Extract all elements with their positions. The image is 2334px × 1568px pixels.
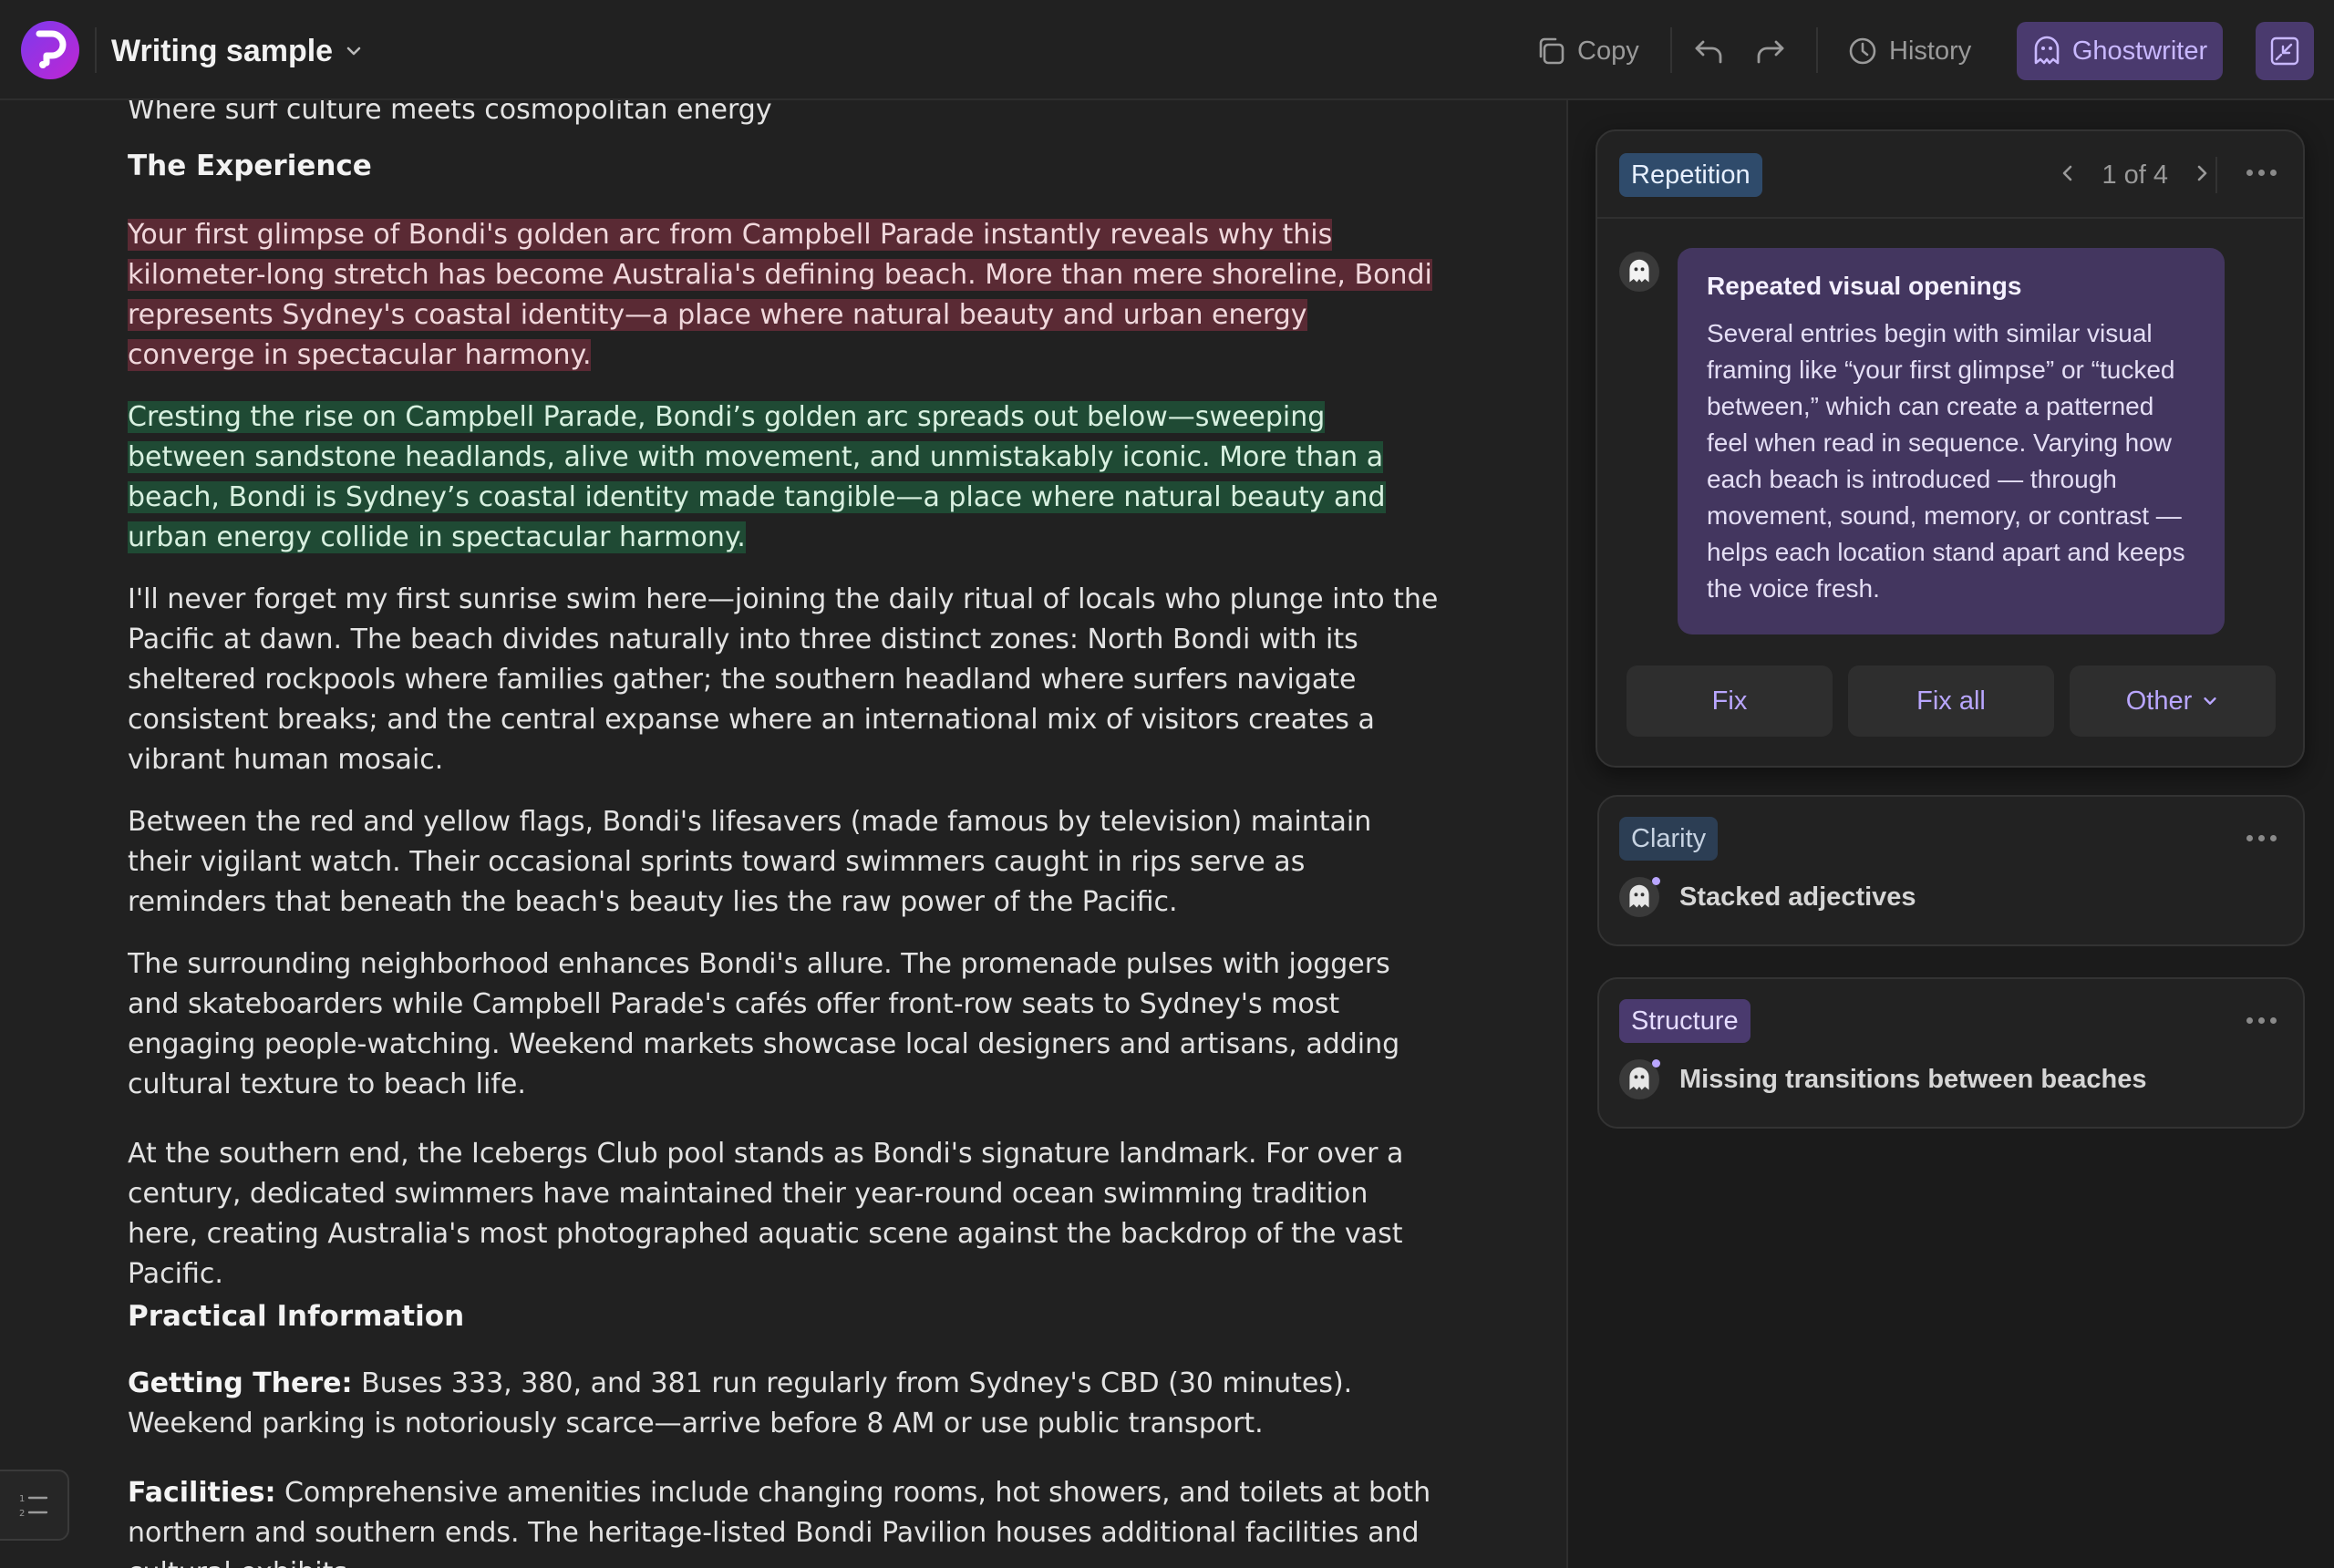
suggestion-card-repetition[interactable]: Repetition 1 of 4 Repeated visual openin…: [1596, 129, 2305, 768]
document-title: Writing sample: [111, 33, 334, 68]
more-options-button[interactable]: [2246, 170, 2277, 176]
paragraph-suggested-highlighted[interactable]: Cresting the rise on Campbell Parade, Bo…: [128, 397, 1441, 558]
collapse-panel-button[interactable]: [2256, 22, 2314, 80]
copy-button[interactable]: Copy: [1535, 26, 1639, 77]
chevron-right-icon: [2197, 165, 2207, 181]
paragraph-getting-there: Getting There: Buses 333, 380, and 381 r…: [128, 1364, 1441, 1444]
ghostwriter-avatar: [1619, 252, 1659, 292]
fix-button[interactable]: Fix: [1627, 665, 1833, 737]
prev-suggestion-button[interactable]: [2058, 160, 2078, 191]
fix-all-button[interactable]: Fix all: [1848, 665, 2054, 737]
ghost-icon: [2032, 36, 2061, 67]
chevron-down-icon: [2204, 697, 2216, 705]
collapse-icon: [2270, 36, 2299, 66]
unread-dot: [1652, 1059, 1660, 1068]
undo-icon: [1692, 35, 1725, 67]
paragraph-icebergs: At the southern end, the Icebergs Club p…: [128, 1138, 1404, 1290]
fix-all-label: Fix all: [1916, 686, 1986, 716]
category-tag-repetition: Repetition: [1619, 153, 1762, 197]
ghost-icon: [1629, 259, 1649, 283]
issue-title: Stacked adjectives: [1679, 882, 1916, 912]
more-options-button[interactable]: [2246, 835, 2277, 841]
ghost-icon: [1629, 884, 1649, 908]
suggestion-card-clarity[interactable]: Clarity Stacked adjectives: [1597, 795, 2305, 946]
heading-practical: Practical Information: [128, 1300, 465, 1333]
removed-text-highlight[interactable]: Your first glimpse of Bondi's golden arc…: [128, 219, 1432, 371]
divider: [1816, 27, 1818, 73]
divider: [1670, 27, 1672, 73]
ghost-icon: [1629, 1067, 1649, 1090]
pager-count: 1 of 4: [2102, 160, 2168, 190]
outline-toggle-button[interactable]: 1 2: [0, 1470, 69, 1541]
suggestion-pager: 1 of 4: [2058, 150, 2212, 201]
clock-icon: [1847, 36, 1878, 67]
app-logo[interactable]: [21, 21, 79, 79]
suggestion-card-structure[interactable]: Structure Missing transitions between be…: [1597, 977, 2305, 1129]
facilities-label: Facilities:: [128, 1477, 276, 1509]
document-title-dropdown[interactable]: Writing sample: [111, 27, 364, 75]
facilities-text: Comprehensive amenities include changing…: [128, 1477, 1431, 1568]
history-button[interactable]: History: [1847, 26, 1971, 77]
category-tag-clarity: Clarity: [1619, 817, 1719, 861]
ghostwriter-button[interactable]: Ghostwriter: [2017, 22, 2223, 80]
svg-text:1: 1: [19, 1494, 25, 1504]
numbered-list-icon: 1 2: [19, 1494, 48, 1519]
suggestion-body: Several entries begin with similar visua…: [1707, 319, 2185, 603]
other-dropdown-button[interactable]: Other: [2070, 665, 2276, 737]
divider: [95, 27, 97, 73]
undo-button[interactable]: [1692, 26, 1725, 77]
more-options-button[interactable]: [2246, 1017, 2277, 1024]
top-bar: Writing sample Copy History Ghostwriter: [0, 0, 2334, 100]
getting-there-label: Getting There:: [128, 1367, 353, 1399]
suggestion-explanation: Repeated visual openings Several entries…: [1678, 248, 2225, 634]
copy-icon: [1535, 36, 1566, 67]
redo-icon: [1754, 35, 1787, 67]
suggestion-title: Repeated visual openings: [1707, 272, 2022, 300]
fix-label: Fix: [1711, 686, 1748, 716]
chevron-left-icon: [2063, 165, 2072, 181]
chevron-down-icon: [346, 46, 361, 56]
next-suggestion-button[interactable]: [2192, 160, 2212, 191]
added-text-highlight[interactable]: Cresting the rise on Campbell Parade, Bo…: [128, 401, 1386, 553]
paragraph-lifesavers: Between the red and yellow flags, Bondi'…: [128, 806, 1372, 918]
ghostwriter-label: Ghostwriter: [2071, 36, 2208, 66]
logo-p-icon: [36, 30, 67, 68]
svg-text:2: 2: [19, 1509, 25, 1519]
paragraph-facilities: Facilities: Comprehensive amenities incl…: [128, 1473, 1441, 1568]
intro-line: Where surf culture meets cosmopolitan en…: [128, 100, 772, 126]
copy-label: Copy: [1577, 36, 1639, 66]
issue-title: Missing transitions between beaches: [1679, 1064, 2147, 1094]
paragraph-sunrise-swim: I'll never forget my first sunrise swim …: [128, 583, 1439, 776]
document-editor[interactable]: Where surf culture meets cosmopolitan en…: [128, 100, 1441, 1568]
divider: [2215, 157, 2217, 193]
category-tag-structure: Structure: [1619, 999, 1750, 1043]
heading-experience: The Experience: [128, 150, 372, 182]
other-label: Other: [2125, 686, 2193, 716]
history-label: History: [1889, 36, 1972, 66]
card-header: Repetition 1 of 4: [1597, 131, 2303, 219]
paragraph-neighborhood: The surrounding neighborhood enhances Bo…: [128, 948, 1400, 1100]
redo-button[interactable]: [1754, 26, 1787, 77]
paragraph-original-highlighted[interactable]: Your first glimpse of Bondi's golden arc…: [128, 215, 1441, 376]
unread-dot: [1652, 877, 1660, 885]
